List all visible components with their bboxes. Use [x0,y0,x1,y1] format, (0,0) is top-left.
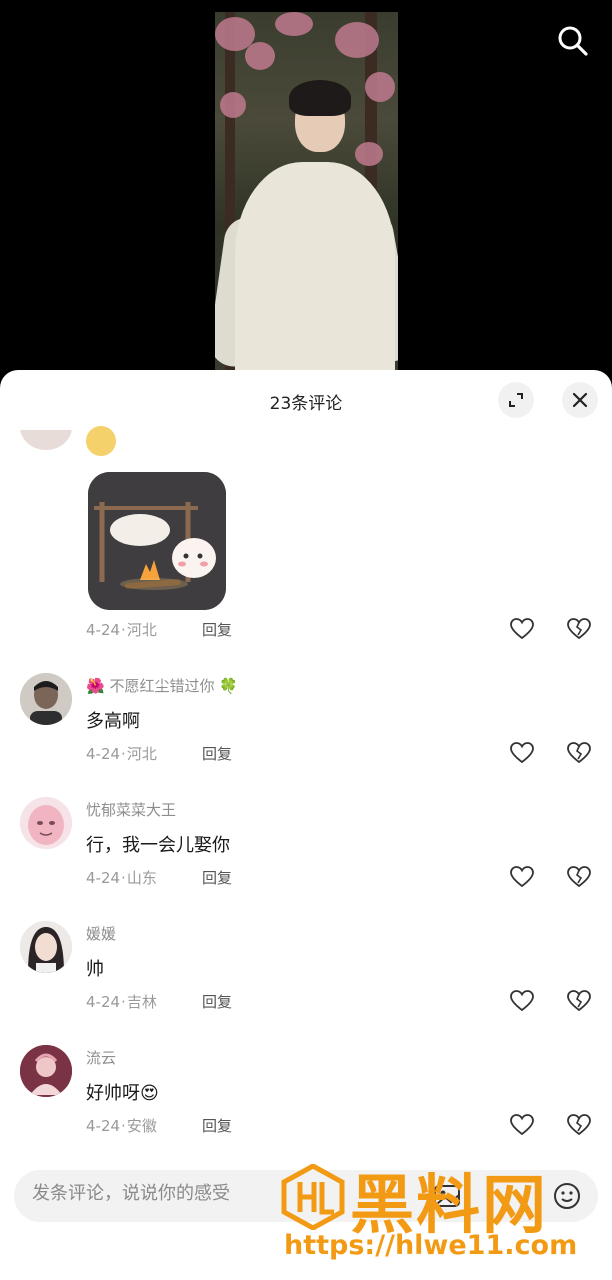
reply-button[interactable]: 回复 [202,867,232,888]
comment-meta: 4-24·吉林 [86,993,157,1011]
comment-username[interactable]: 媛媛 [86,923,116,944]
heart-icon[interactable] [509,616,535,642]
avatar[interactable] [20,1045,72,1097]
comment-region: 河北 [126,621,157,639]
comment-meta: 4-24·河北 [86,745,157,763]
comment-text: 多高啊 [86,711,140,732]
comment-meta: 4-24·山东 [86,869,157,887]
watermark-url: https://hlwe11.com [284,1230,578,1261]
comment-region: 吉林 [126,993,157,1011]
watermark-logo-icon [281,1164,345,1230]
avatar[interactable] [20,797,72,849]
video-photo [215,12,398,372]
close-button[interactable] [562,382,598,418]
comment-text: 帅 [86,959,104,980]
broken-heart-icon[interactable] [566,1112,592,1138]
avatar[interactable] [20,673,72,725]
broken-heart-icon[interactable] [566,864,592,890]
comment-date: 4-24 [86,745,121,763]
sheet-header: 23条评论 [0,370,612,430]
comment-text: 好帅呀😍 [86,1083,159,1104]
comment-date: 4-24 [86,993,121,1011]
comment-username[interactable]: 忧郁菜菜大王 [86,799,176,820]
search-icon[interactable] [556,24,590,58]
watermark: 黑料网 https://hlwe11.com [280,1162,610,1272]
heart-icon[interactable] [509,988,535,1014]
video-area[interactable] [0,0,612,372]
comment-text: 行，我一会儿娶你 [86,835,230,856]
reply-button[interactable]: 回复 [202,743,232,764]
close-icon [572,392,588,408]
emoji-sticker [86,426,116,456]
reply-button[interactable]: 回复 [202,619,232,640]
reply-button[interactable]: 回复 [202,1115,232,1136]
comment-meta: 4-24·河北 [86,621,157,639]
heart-icon[interactable] [509,864,535,890]
avatar[interactable] [20,921,72,973]
comment-username[interactable]: 流云 [86,1047,116,1068]
comment-date: 4-24 [86,621,121,639]
comment-region: 安徽 [126,1117,157,1135]
broken-heart-icon[interactable] [566,616,592,642]
heart-icon[interactable] [509,740,535,766]
expand-icon [509,393,523,407]
comment-region: 山东 [126,869,157,887]
comment-date: 4-24 [86,869,121,887]
comment-date: 4-24 [86,1117,121,1135]
broken-heart-icon[interactable] [566,988,592,1014]
expand-button[interactable] [498,382,534,418]
comment-region: 河北 [126,745,157,763]
sticker-image[interactable] [88,472,226,610]
comment-username[interactable]: 🌺 不愿红尘错过你 🍀 [86,675,238,696]
reply-button[interactable]: 回复 [202,991,232,1012]
broken-heart-icon[interactable] [566,740,592,766]
heart-icon[interactable] [509,1112,535,1138]
comment-meta: 4-24·安徽 [86,1117,157,1135]
